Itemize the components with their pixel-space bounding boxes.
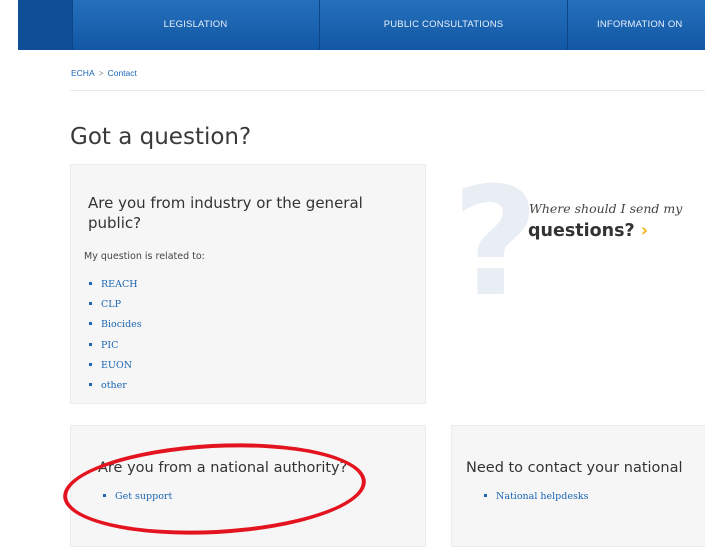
bullet-icon — [89, 362, 92, 366]
breadcrumb-divider — [70, 90, 705, 91]
topic-link-euon[interactable]: EUON — [101, 360, 132, 371]
topic-link-reach[interactable]: REACH — [101, 279, 138, 290]
bullet-icon — [89, 342, 92, 346]
nav-left-stub — [18, 0, 72, 50]
list-item[interactable]: Biocides — [89, 315, 142, 335]
national-card-heading: Need to contact your national — [466, 460, 683, 476]
national-helpdesk-card: Need to contact your national National h… — [451, 425, 705, 547]
breadcrumb-separator: > — [98, 68, 104, 78]
nav-item-information-on[interactable]: INFORMATION ON — [568, 0, 705, 50]
authority-card: Are you from a national authority? Get s… — [70, 425, 426, 547]
bullet-icon — [103, 494, 106, 497]
list-item[interactable]: Get support — [103, 487, 172, 507]
promo-link-label[interactable]: questions? — [528, 221, 635, 241]
industry-topic-list: REACH CLP Biocides PIC EUON other — [89, 275, 142, 396]
breadcrumb-home-link[interactable]: ECHA — [71, 68, 95, 78]
breadcrumb-current[interactable]: Contact — [108, 68, 137, 78]
promo-question-text[interactable]: Where should I send my — [529, 201, 682, 216]
list-item[interactable]: EUON — [89, 356, 142, 376]
list-item[interactable]: REACH — [89, 275, 142, 295]
bullet-icon — [89, 382, 92, 386]
chevron-right-icon: › — [640, 221, 648, 241]
topic-link-pic[interactable]: PIC — [101, 340, 118, 351]
breadcrumb: ECHA > Contact — [71, 68, 137, 78]
nav-item-public-consultations[interactable]: PUBLIC CONSULTATIONS — [320, 0, 567, 50]
list-item[interactable]: other — [89, 376, 142, 396]
page-title: Got a question? — [70, 124, 252, 150]
promo-questions-link[interactable]: questions? › — [528, 221, 648, 241]
list-item[interactable]: CLP — [89, 295, 142, 315]
authority-card-heading: Are you from a national authority? — [98, 460, 348, 476]
nav-item-legislation[interactable]: LEGISLATION — [72, 0, 319, 50]
get-support-link[interactable]: Get support — [115, 491, 172, 502]
bullet-icon — [89, 282, 92, 285]
topic-link-clp[interactable]: CLP — [101, 299, 121, 310]
list-item[interactable]: National helpdesks — [484, 487, 588, 507]
industry-card: Are you from industry or the general pub… — [70, 164, 426, 404]
question-mark-icon: ? — [452, 156, 540, 330]
bullet-icon — [484, 494, 487, 497]
industry-card-heading: Are you from industry or the general pub… — [88, 194, 363, 232]
national-link-list: National helpdesks — [484, 487, 588, 507]
topic-link-biocides[interactable]: Biocides — [101, 319, 142, 330]
national-helpdesks-link[interactable]: National helpdesks — [496, 491, 588, 502]
bullet-icon — [89, 322, 92, 326]
topic-link-other[interactable]: other — [101, 380, 127, 391]
list-item[interactable]: PIC — [89, 336, 142, 356]
industry-card-subtitle: My question is related to: — [84, 251, 205, 262]
authority-link-list: Get support — [103, 487, 172, 507]
mouse-cursor-icon: ˘ — [186, 130, 192, 143]
bullet-icon — [89, 302, 92, 306]
